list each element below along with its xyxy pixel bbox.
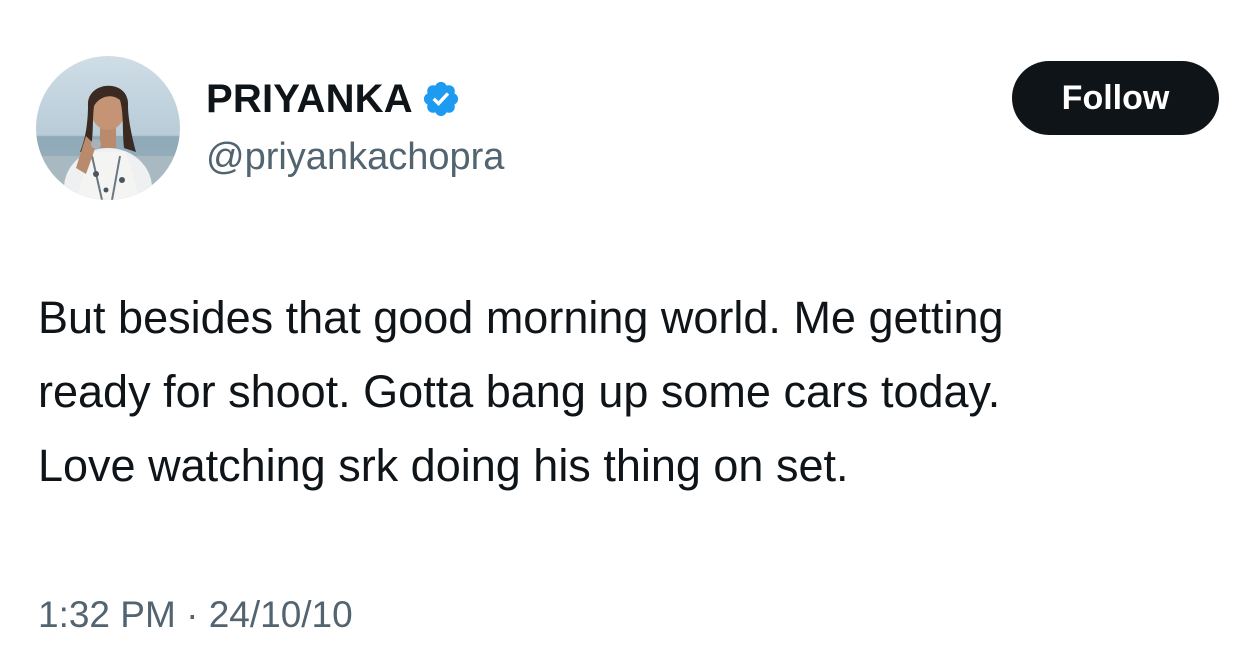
tweet-text-line: Love watching srk doing his thing on set…: [38, 440, 849, 491]
follow-button[interactable]: Follow: [1012, 61, 1219, 135]
tweet-date[interactable]: 24/10/10: [209, 594, 353, 635]
tweet-text-line: ready for shoot. Gotta bang up some cars…: [38, 366, 1001, 417]
tweet-metadata: 1:32 PM · 24/10/10: [38, 590, 353, 640]
tweet-time[interactable]: 1:32 PM: [38, 594, 176, 635]
avatar[interactable]: [36, 56, 180, 200]
author-display-name[interactable]: PRIYANKA: [206, 76, 413, 122]
tweet-text: But besides that good morning world. Me …: [38, 281, 1238, 503]
avatar-photo: [36, 56, 180, 200]
tweet-card: PRIYANKA @priyankachopra Follow But besi…: [0, 0, 1251, 672]
author-name-row: PRIYANKA: [206, 76, 461, 122]
tweet-text-line: But besides that good morning world. Me …: [38, 292, 1004, 343]
verified-badge-icon[interactable]: [421, 79, 461, 119]
meta-separator: ·: [186, 594, 199, 635]
author-handle[interactable]: @priyankachopra: [206, 134, 504, 180]
